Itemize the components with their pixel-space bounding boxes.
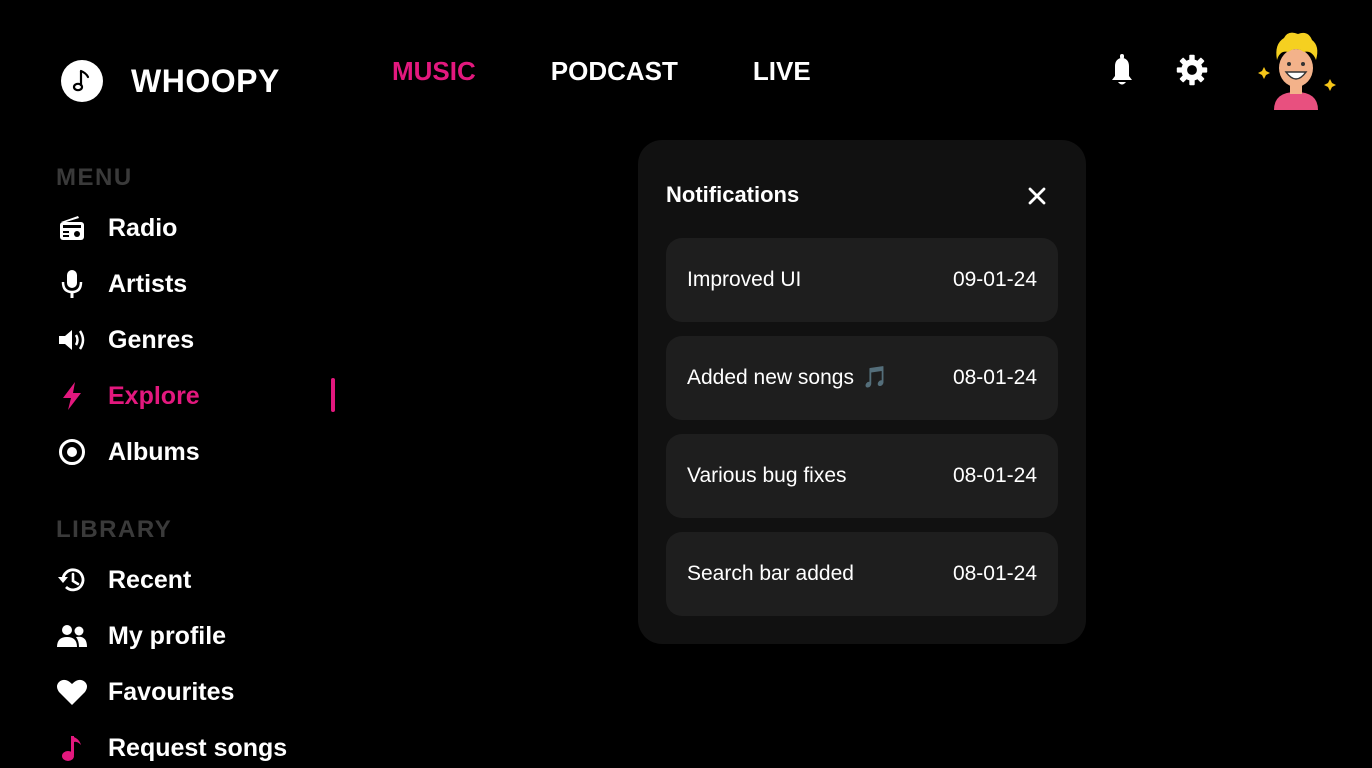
- sidebar-item-artists[interactable]: Artists: [56, 256, 346, 312]
- sidebar-item-recent[interactable]: Recent: [56, 552, 346, 608]
- notification-item[interactable]: Search bar added 08-01-24: [666, 532, 1058, 616]
- sidebar-item-label: My profile: [108, 621, 227, 650]
- history-icon: [56, 564, 88, 596]
- sidebar-item-request-songs[interactable]: Request songs: [56, 720, 346, 768]
- notification-text: Various bug fixes: [687, 464, 847, 487]
- users-icon: [56, 620, 88, 652]
- notification-item[interactable]: Various bug fixes 08-01-24: [666, 434, 1058, 518]
- microphone-icon: [56, 268, 88, 300]
- notification-date: 09-01-24: [952, 268, 1037, 291]
- sidebar-item-favourites[interactable]: Favourites: [56, 664, 346, 720]
- bolt-icon: [56, 380, 88, 412]
- notification-text: Search bar added: [687, 562, 854, 585]
- top-nav: MUSIC PODCAST LIVE: [392, 56, 886, 87]
- notification-text: Added new songs: [687, 366, 854, 389]
- heart-icon: [56, 676, 88, 708]
- nav-music[interactable]: MUSIC: [392, 56, 476, 87]
- active-indicator: [331, 378, 335, 412]
- sidebar-item-genres[interactable]: Genres: [56, 312, 346, 368]
- close-icon[interactable]: [1023, 182, 1051, 210]
- sidebar-item-label: Genres: [108, 325, 195, 354]
- notification-date: 08-01-24: [952, 366, 1037, 389]
- bell-icon[interactable]: [1105, 50, 1139, 90]
- sidebar-item-label: Artists: [108, 269, 188, 298]
- brand-logo[interactable]: WHOOPY: [61, 60, 280, 102]
- avatar[interactable]: [1256, 30, 1336, 110]
- brand-name: WHOOPY: [131, 62, 280, 99]
- music-notes-emoji: 🎵: [861, 366, 889, 389]
- sidebar-item-label: Recent: [108, 565, 192, 594]
- sidebar-item-explore[interactable]: Explore: [56, 368, 346, 424]
- sidebar-item-label: Explore: [108, 381, 200, 410]
- sidebar-item-label: Request songs: [108, 733, 288, 762]
- sidebar-item-albums[interactable]: Albums: [56, 424, 346, 480]
- sidebar-item-my-profile[interactable]: My profile: [56, 608, 346, 664]
- notification-text: Improved UI: [687, 268, 802, 291]
- notification-date: 08-01-24: [952, 562, 1037, 585]
- sidebar-item-label: Radio: [108, 213, 178, 242]
- disc-icon: [56, 436, 88, 468]
- gear-icon[interactable]: [1175, 50, 1209, 90]
- notification-date: 08-01-24: [952, 464, 1037, 487]
- music-note-icon: [56, 732, 88, 764]
- nav-live[interactable]: LIVE: [753, 56, 811, 87]
- nav-podcast[interactable]: PODCAST: [551, 56, 678, 87]
- notification-item[interactable]: Improved UI 09-01-24: [666, 238, 1058, 322]
- notification-text-wrap: Added new songs 🎵: [687, 366, 888, 390]
- sidebar: MENU Radio Artists Genres Explore Albums…: [56, 164, 346, 768]
- speaker-icon: [56, 324, 88, 356]
- music-note-icon: [61, 60, 103, 102]
- sidebar-item-label: Albums: [108, 437, 200, 466]
- radio-icon: [56, 212, 88, 244]
- sidebar-item-radio[interactable]: Radio: [56, 200, 346, 256]
- header-actions: [1105, 50, 1209, 90]
- menu-section-title: MENU: [56, 164, 133, 191]
- panel-title: Notifications: [666, 182, 800, 207]
- library-section-title: LIBRARY: [56, 516, 173, 543]
- sidebar-item-label: Favourites: [108, 677, 235, 706]
- notification-item[interactable]: Added new songs 🎵 08-01-24: [666, 336, 1058, 420]
- notifications-panel: Notifications Improved UI 09-01-24 Added…: [638, 140, 1086, 644]
